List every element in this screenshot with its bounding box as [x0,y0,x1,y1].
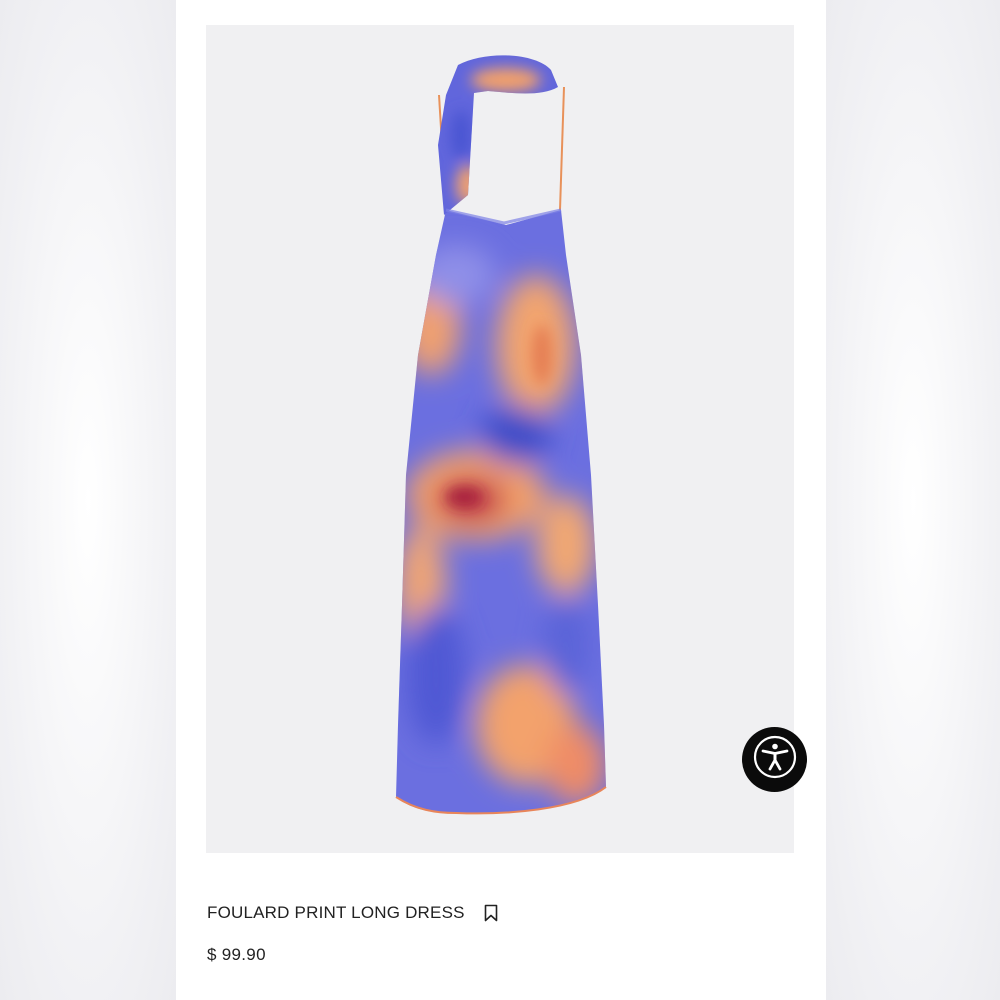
right-blurred-background [826,0,1000,1000]
accessibility-button[interactable] [742,727,807,792]
product-card: FOULARD PRINT LONG DRESS $ 99.90 [176,0,826,1000]
left-blurred-background [0,0,176,1000]
product-price: $ 99.90 [207,945,266,964]
bookmark-icon[interactable] [482,903,500,923]
dress-illustration [395,55,607,815]
product-title[interactable]: FOULARD PRINT LONG DRESS [207,903,465,923]
product-image[interactable] [206,25,794,853]
accessibility-icon [753,735,797,784]
product-title-row: FOULARD PRINT LONG DRESS [207,902,500,924]
